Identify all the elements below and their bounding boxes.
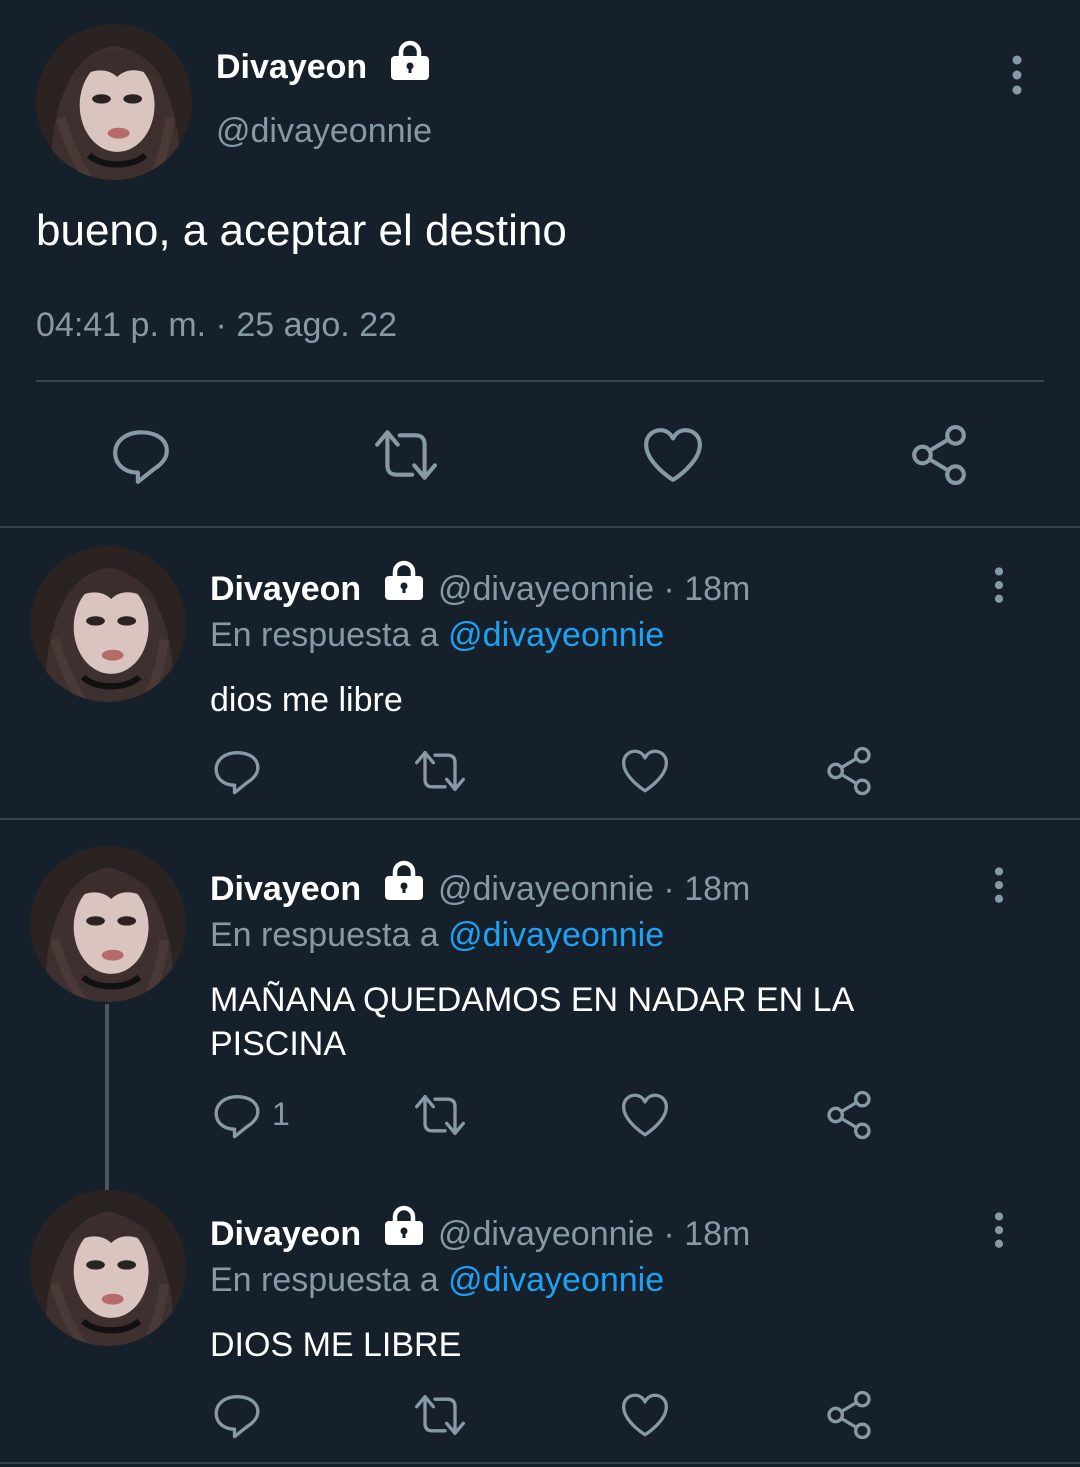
lock-icon (382, 1205, 426, 1247)
tweet-text: DIOS ME LIBRE (210, 1326, 462, 1364)
tweet-text: dios me libre (210, 681, 403, 719)
lock-icon (382, 560, 426, 602)
mention-link[interactable]: @divayeonnie (448, 616, 664, 654)
reply-tweet[interactable]: Divayeon @divayeonnie · 18m En respuesta… (0, 556, 1080, 806)
replying-to: En respuesta a @divayeonnie (210, 1261, 664, 1300)
more-vertical-icon[interactable] (986, 866, 1012, 906)
more-vertical-icon[interactable] (1004, 54, 1030, 98)
reply-tweet[interactable]: Divayeon @divayeonnie · 18m En respuesta… (0, 1201, 1080, 1451)
replying-to: En respuesta a @divayeonnie (210, 916, 664, 955)
author-name[interactable]: Divayeon (210, 570, 361, 609)
avatar[interactable] (36, 24, 192, 180)
divider (36, 380, 1044, 382)
tweet-text: bueno, a aceptar el destino (36, 206, 567, 255)
retweet-icon[interactable] (412, 746, 468, 796)
reply-icon[interactable] (212, 1090, 262, 1140)
divider (0, 818, 1080, 820)
reply-icon[interactable] (212, 1390, 262, 1440)
like-icon[interactable] (620, 1092, 670, 1138)
like-icon[interactable] (620, 748, 670, 794)
tweet-text: MAÑANA QUEDAMOS EN NADAR EN LA PISCINA (210, 981, 853, 1063)
author-handle-time[interactable]: @divayeonnie · 18m (438, 1215, 750, 1254)
replying-to-label: En respuesta a (210, 616, 449, 654)
reply-tweet[interactable]: Divayeon @divayeonnie · 18m En respuesta… (0, 856, 1080, 1156)
replying-to-label: En respuesta a (210, 1261, 449, 1299)
mention-link[interactable]: @divayeonnie (448, 916, 664, 954)
replying-to: En respuesta a @divayeonnie (210, 616, 664, 655)
author-name[interactable]: Divayeon (210, 1215, 361, 1254)
reply-icon[interactable] (212, 746, 262, 796)
share-icon[interactable] (824, 1390, 874, 1440)
author-handle[interactable]: @divayeonnie (216, 112, 432, 151)
share-icon[interactable] (824, 1090, 874, 1140)
retweet-icon[interactable] (372, 424, 440, 486)
author-handle-time[interactable]: @divayeonnie · 18m (438, 870, 750, 909)
author-name[interactable]: Divayeon (216, 48, 367, 87)
reply-count: 1 (272, 1096, 290, 1132)
more-vertical-icon[interactable] (986, 566, 1012, 606)
mention-link[interactable]: @divayeonnie (448, 1261, 664, 1299)
like-icon[interactable] (620, 1392, 670, 1438)
replying-to-label: En respuesta a (210, 916, 449, 954)
author-name[interactable]: Divayeon (210, 870, 361, 909)
retweet-icon[interactable] (412, 1390, 468, 1440)
divider (0, 1462, 1080, 1464)
share-icon[interactable] (908, 424, 970, 486)
retweet-icon[interactable] (412, 1090, 468, 1140)
like-icon[interactable] (642, 426, 704, 484)
lock-icon (382, 860, 426, 902)
tweet-timestamp[interactable]: 04:41 p. m. · 25 ago. 22 (36, 306, 397, 345)
lock-icon (388, 40, 432, 82)
share-icon[interactable] (824, 746, 874, 796)
more-vertical-icon[interactable] (986, 1211, 1012, 1251)
reply-icon[interactable] (110, 424, 172, 486)
divider (0, 526, 1080, 528)
author-handle-time[interactable]: @divayeonnie · 18m (438, 570, 750, 609)
